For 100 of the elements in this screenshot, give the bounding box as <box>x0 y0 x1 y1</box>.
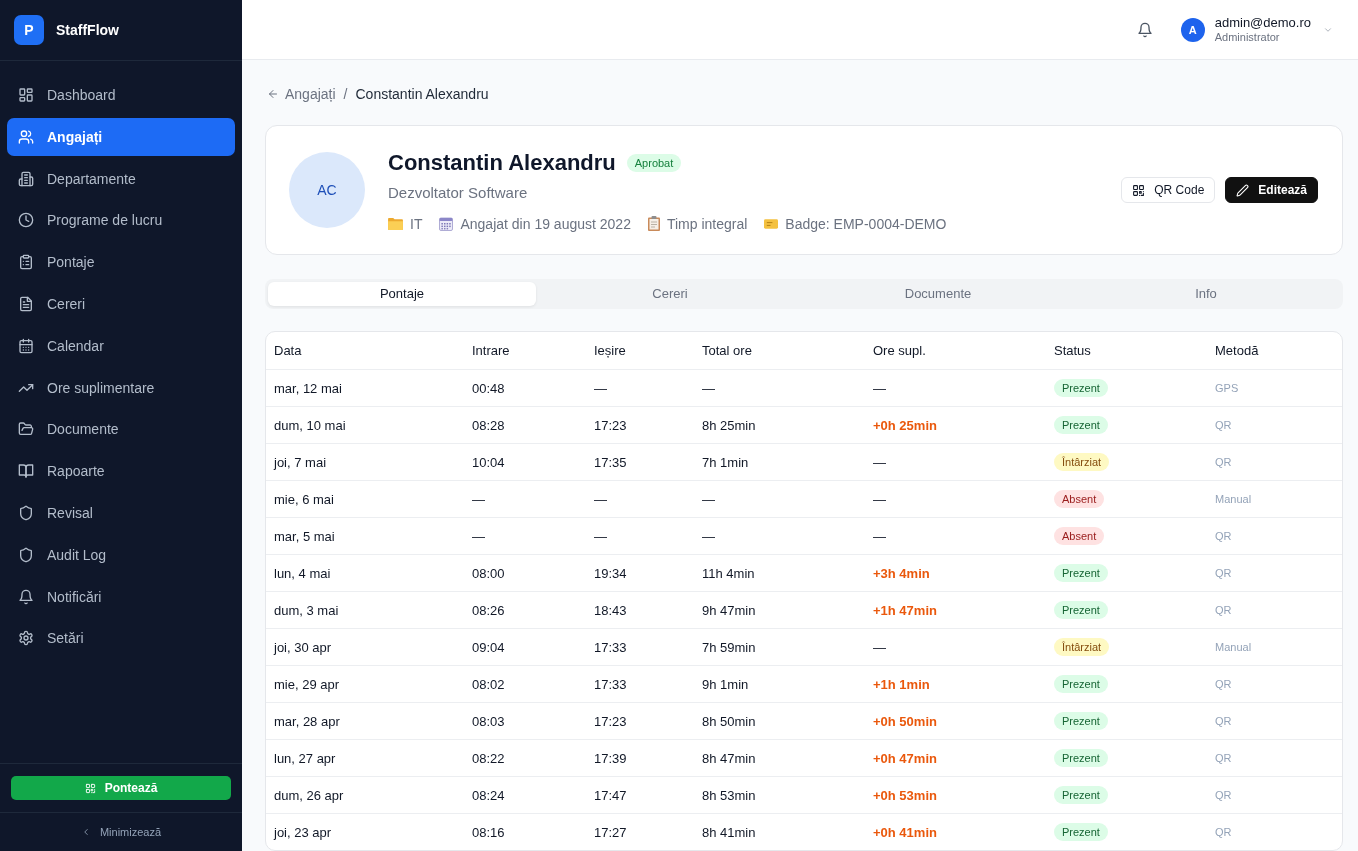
table-cell-text: 8h 47min <box>701 750 757 766</box>
nav-item[interactable]: Dashboard <box>7 76 235 114</box>
shield-icon <box>18 504 34 521</box>
table-cell-text: 08:00 <box>471 565 506 581</box>
table-cell-text: — <box>872 454 887 470</box>
nav-item[interactable]: Programe de lucru <box>7 201 235 240</box>
user-email: admin@demo.ro <box>1214 14 1311 30</box>
breadcrumb-separator: / <box>343 85 348 102</box>
nav-item[interactable]: Notificări <box>7 577 235 616</box>
brand-logo: P <box>14 15 44 45</box>
table-cell-text: joi, 30 apr <box>272 639 333 655</box>
table-cell-text: +0h 50min <box>872 713 938 729</box>
nav-item[interactable]: Rapoarte <box>7 452 235 491</box>
nav-item[interactable]: Setări <box>7 619 235 658</box>
table-cell-text: mar, 5 mai <box>273 528 336 544</box>
table-cell-text: joi, 23 apr <box>272 824 333 840</box>
pencil-icon <box>1236 183 1250 197</box>
table-cell-text: 7h 59min <box>701 639 757 655</box>
table-cell-text: 8h 50min <box>701 713 757 729</box>
nav-item[interactable]: Revisal <box>7 493 235 532</box>
qr-code-button[interactable]: QR Code <box>1121 177 1216 204</box>
table-cell-text: 17:23 <box>593 417 628 433</box>
table-cell-text: lun, 4 mai <box>273 565 332 581</box>
nav-item[interactable]: Angajați <box>7 117 235 156</box>
table-cell-text: — <box>872 528 887 544</box>
nav-item[interactable]: Cereri <box>7 285 235 323</box>
table-cell-text: mie, 6 mai <box>273 491 335 507</box>
bell-icon <box>18 588 34 605</box>
table-cell-text: +0h 53min <box>872 787 938 803</box>
document-icon <box>18 296 34 312</box>
table-cell-text: 08:28 <box>471 417 506 433</box>
tab[interactable]: Documente <box>804 281 1072 306</box>
table-cell-text: dum, 10 mai <box>273 417 347 433</box>
detail-text: Timp integral <box>666 214 748 233</box>
status-badge: Prezent <box>1054 379 1108 397</box>
tab[interactable]: Cereri <box>536 281 804 306</box>
table-cell-text: lun, 27 apr <box>273 750 337 766</box>
nav-item[interactable]: Pontaje <box>7 243 235 282</box>
building-icon <box>18 170 34 187</box>
calendar-icon <box>439 216 454 231</box>
arrow-left-icon <box>267 87 279 100</box>
table-cell-text: — <box>471 528 486 544</box>
status-badge: Absent <box>1054 490 1105 508</box>
table-cell-text: 17:33 <box>593 676 628 692</box>
table-cell-text: dum, 26 apr <box>273 787 345 803</box>
table-cell-text: — <box>701 491 716 507</box>
table-cell-text: 19:34 <box>593 565 628 581</box>
status-badge: Prezent <box>1054 564 1108 582</box>
qr-code-icon <box>84 782 96 794</box>
employee-avatar: AC <box>289 152 365 229</box>
table-cell-text: — <box>701 528 716 544</box>
folder-icon <box>388 217 403 231</box>
table-cell-text: 9h 1min <box>701 676 750 692</box>
qr-code-icon <box>1132 183 1146 197</box>
table-cell-text: 08:24 <box>471 787 506 803</box>
edit-button[interactable]: Editează <box>1225 177 1318 204</box>
table-cell-text: 8h 53min <box>701 787 757 803</box>
nav-item[interactable]: Departamente <box>7 159 235 198</box>
collapse-button[interactable]: Minimizează <box>0 813 242 851</box>
tab[interactable]: Info <box>1072 281 1340 306</box>
table-cell-text: — <box>872 639 887 655</box>
table-cell-text: 08:16 <box>471 824 506 840</box>
table-cell-text: +0h 41min <box>872 824 938 840</box>
table-cell-text: QR <box>1214 567 1233 579</box>
table-cell-text: 8h 25min <box>701 417 757 433</box>
column-header: Intrare <box>471 343 511 358</box>
column-header: Ore supl. <box>872 343 927 358</box>
ticket-icon <box>764 218 779 229</box>
book-icon <box>18 463 34 480</box>
table-cell-text: — <box>593 491 608 507</box>
table-cell-text: — <box>593 380 608 396</box>
status-badge: Prezent <box>1054 416 1108 434</box>
status-badge: Prezent <box>1054 749 1108 767</box>
nav-item[interactable]: Documente <box>7 410 235 449</box>
table-cell-text: 17:35 <box>593 454 628 470</box>
nav-item[interactable]: Ore suplimentare <box>7 368 235 407</box>
table-cell-text: mar, 28 apr <box>273 713 341 729</box>
column-header: Data <box>273 343 303 358</box>
bell-icon[interactable] <box>1136 21 1153 38</box>
table-cell-text: 11h 4min <box>701 565 756 581</box>
nav-item[interactable]: Calendar <box>7 326 235 365</box>
grid-icon <box>18 87 34 103</box>
table-cell-text: mie, 29 apr <box>273 676 341 692</box>
table-cell-text: +1h 47min <box>872 602 938 618</box>
table-cell-text: +3h 4min <box>872 565 931 581</box>
breadcrumb-link[interactable]: Angajați <box>265 85 336 102</box>
table-cell-text: QR <box>1214 530 1233 542</box>
clipboard-icon <box>647 216 660 232</box>
nav-item[interactable]: Audit Log <box>7 535 235 574</box>
status-badge: Prezent <box>1054 786 1108 804</box>
tab[interactable]: Pontaje <box>268 281 536 306</box>
table-cell-text: QR <box>1214 678 1233 690</box>
table-cell-text: QR <box>1214 456 1233 468</box>
table-cell-text: 08:02 <box>471 676 506 692</box>
table-cell-text: 10:04 <box>471 454 506 470</box>
folder-icon <box>18 421 34 438</box>
detail-text: Angajat din 19 august 2022 <box>460 214 631 233</box>
table-cell-text: 00:48 <box>471 380 506 396</box>
user-avatar[interactable]: A <box>1180 17 1205 42</box>
shield-icon <box>18 546 34 563</box>
